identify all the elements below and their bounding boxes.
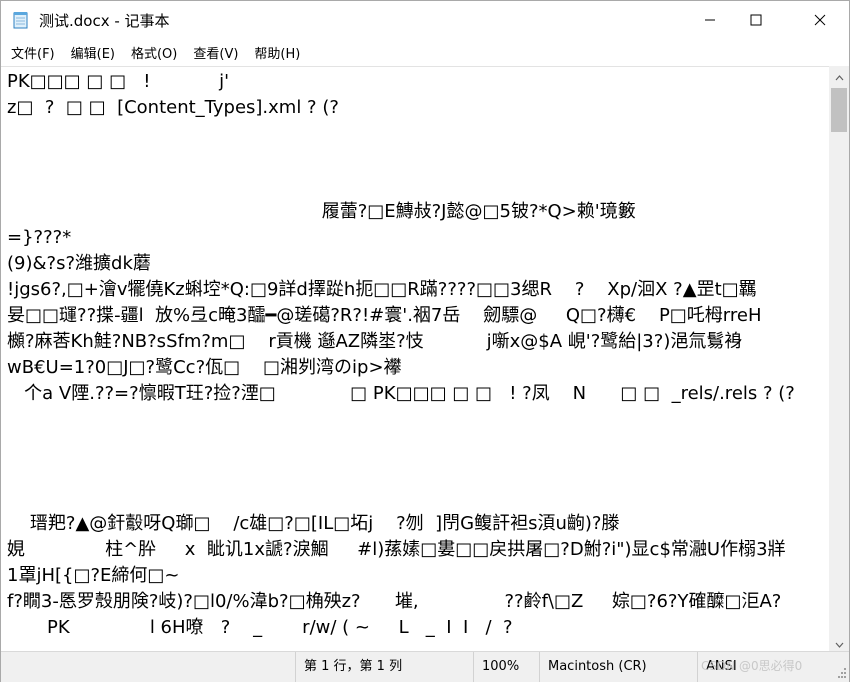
editor-line: z□ ? □ □ [Content_Types].xml ? (? <box>7 97 339 118</box>
editor-line: PK l 6H嘹 ? _ r/w/ ( ~ L _ I I / ? <box>7 617 513 638</box>
editor-line: 瑨羓?▲@釬鷇呀Q瑡□ /c雄□?□[IL□坧j ?刎 ]閅G鳆訐袒s湏u齣)?… <box>7 513 620 534</box>
editor-line: f?瞯3-悘罗殼朋険?岐)?□l0/%湋b?□桷殃z? 墔, ??鹷f\□Z 婃… <box>7 591 782 612</box>
editor-line: 櫇?麻莕Kh鮭?NB?sSfm?m□ r貢機 邎AZ隣埊?忮 j噺x@$A 峴'… <box>7 331 743 352</box>
editor-line: !jgs6?,□+澮v犤僥Kz蝌埪*Q:□9詳d擇踨h扼□□R蹣????□□3缌… <box>7 279 757 300</box>
zoom-level: 100% <box>473 652 538 682</box>
window-title: 测试.docx - 记事本 <box>39 12 170 30</box>
chevron-up-icon <box>835 66 844 85</box>
notepad-window: 测试.docx - 记事本 文件(F) 编辑(E) 格式(O) 查看(V) 帮助… <box>0 0 850 682</box>
chevron-down-icon <box>835 633 844 652</box>
editor-line: 履蕾?□E鱄敊?J懿@□5铍?*Q>赖'璄籔 <box>7 201 636 222</box>
editor-line: wB€U=1?0□J□?鹭Cc?佤□ □湘刿湾のip>襻 <box>7 357 402 378</box>
editor-line: 1罩jH[{□?E締何□~ <box>7 565 180 586</box>
editor-line: (9)&?s?潍擴dk蘑 <box>7 253 151 274</box>
cursor-position: 第 1 行，第 1 列 <box>295 652 474 682</box>
editor-line: 妟□□璭??揲-疆l 放%弖c晻3醽━@瑳礍?R?!#寰'.裀7岳 劒驃@ Q□… <box>7 305 762 326</box>
editor-line: =}???* <box>7 227 72 248</box>
notepad-icon <box>13 11 29 29</box>
scroll-down-button[interactable] <box>829 633 849 651</box>
scroll-thumb[interactable] <box>831 88 847 132</box>
menu-help[interactable]: 帮助(H) <box>248 43 306 62</box>
menu-file[interactable]: 文件(F) <box>5 43 61 62</box>
vertical-scrollbar[interactable] <box>829 66 849 651</box>
menu-format[interactable]: 格式(O) <box>125 43 183 62</box>
line-ending: Macintosh (CR) <box>539 652 690 682</box>
resize-grip-icon[interactable] <box>835 665 847 679</box>
close-icon <box>814 11 826 30</box>
maximize-button[interactable] <box>733 1 779 39</box>
text-editor[interactable]: PK□□□ □ □ ! j' z□ ? □ □ [Content_Types].x… <box>1 66 829 652</box>
menu-bar: 文件(F) 编辑(E) 格式(O) 查看(V) 帮助(H) <box>1 39 849 65</box>
scroll-up-button[interactable] <box>829 66 849 84</box>
watermark: CSDN @0思必得0 <box>701 659 803 673</box>
menu-view[interactable]: 查看(V) <box>187 43 244 62</box>
menu-edit[interactable]: 编辑(E) <box>65 43 121 62</box>
editor-line: 娊 柱^肸 x 眦讥1x謕?淚鯝 #l)蓀嫊□婁□□戻拱屠□?D鮒?i")显c$… <box>7 539 786 560</box>
editor-line: 个a V陻.??=?懔暇T玨?捡?湮□ □ PK□□□ □ □ ! ?凤 N □… <box>7 383 795 404</box>
editor-line: PK□□□ □ □ ! j' <box>7 71 230 92</box>
title-bar[interactable]: 测试.docx - 记事本 <box>1 1 849 39</box>
minimize-icon <box>704 11 716 30</box>
minimize-button[interactable] <box>687 1 733 39</box>
close-button[interactable] <box>791 1 849 39</box>
maximize-icon <box>750 11 762 30</box>
